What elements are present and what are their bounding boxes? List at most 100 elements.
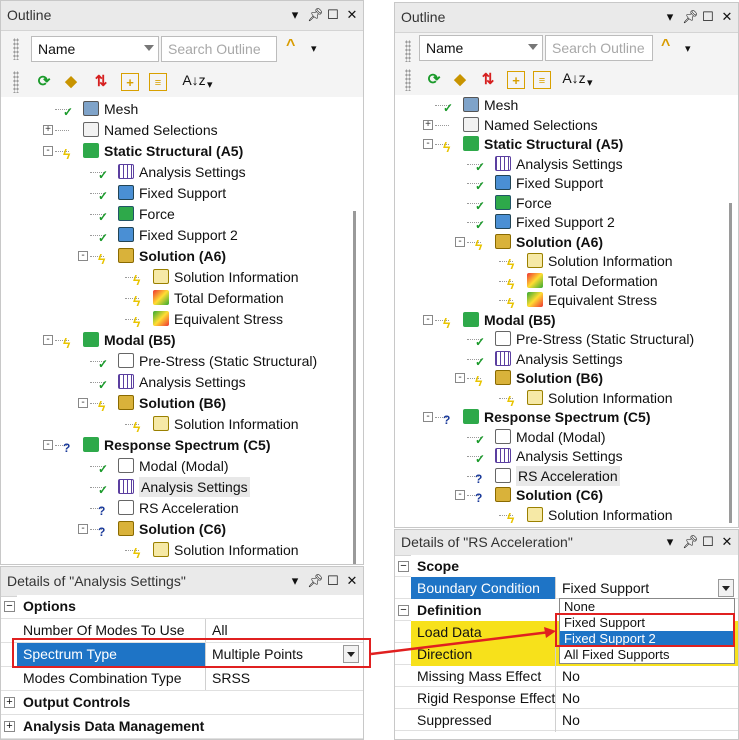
collapse-icon[interactable]: - (423, 412, 433, 422)
collapse-icon[interactable]: − (4, 601, 15, 612)
tree-item[interactable]: - ϟ Static Structural (A5) (395, 134, 724, 154)
tree-item[interactable]: ϟ Total Deformation (1, 288, 349, 308)
expand-icon[interactable]: + (43, 125, 53, 135)
pin-icon[interactable]: 📌︎ (682, 534, 699, 550)
tree-item[interactable]: ϟ Solution Information (1, 540, 349, 560)
add-object-icon[interactable]: + (507, 71, 525, 89)
left-search-input[interactable]: Search Outline (161, 36, 277, 62)
right-name-combo[interactable]: Name (419, 35, 543, 61)
tree-item[interactable]: ✓ Modal (Modal) (395, 427, 724, 447)
add-object-icon[interactable]: + (121, 73, 139, 91)
expand-icon[interactable]: + (4, 697, 15, 708)
close-icon[interactable]: ✕ (720, 534, 734, 550)
maximize-icon[interactable]: ☐ (326, 573, 340, 589)
tree-item[interactable]: - ϟ Modal (B5) (1, 330, 349, 350)
tree-item[interactable]: ✓ Mesh (1, 99, 349, 119)
tree-item[interactable]: - ϟ Solution (B6) (395, 368, 724, 388)
right-scrollbar[interactable] (729, 203, 732, 523)
maximize-icon[interactable]: ☐ (326, 7, 340, 23)
details-value[interactable]: No (555, 687, 738, 710)
dropdown-arrow-icon[interactable]: ▾ (207, 78, 213, 91)
right-search-input[interactable]: Search Outline (545, 35, 653, 61)
details-section[interactable]: − Options (1, 595, 363, 619)
tree-item[interactable]: -? Response Spectrum (C5) (1, 435, 349, 455)
details-row[interactable]: Rigid Response Effect No (395, 687, 738, 710)
grip-icon[interactable] (13, 71, 19, 93)
tree-item[interactable]: - ϟ Solution (A6) (1, 246, 349, 266)
maximize-icon[interactable]: ☐ (701, 9, 715, 25)
tree-item[interactable]: ✓ Analysis Settings (395, 349, 724, 369)
details-row[interactable]: Boundary Condition Fixed Support (395, 577, 738, 600)
grip-icon[interactable] (405, 40, 411, 62)
eraser-icon[interactable]: ◆ (451, 71, 469, 89)
tree-item[interactable]: ✓ Fixed Support 2 (1, 225, 349, 245)
tree-item[interactable]: ✓ Modal (Modal) (1, 456, 349, 476)
left-scrollbar[interactable] (353, 211, 356, 564)
tree-item[interactable]: ✓ Fixed Support (395, 173, 724, 193)
dropdown-arrow-icon[interactable]: ▾ (587, 76, 593, 89)
tree-item[interactable]: ✓ Mesh (395, 95, 724, 115)
tree-item[interactable]: - ϟ Modal (B5) (395, 310, 724, 330)
sort-arrows-icon[interactable]: ⇅ (479, 71, 497, 89)
refresh-icon[interactable]: ⟳ (35, 73, 53, 91)
collapse-icon[interactable]: - (43, 440, 53, 450)
tree-item[interactable]: ? RS Acceleration (1, 498, 349, 518)
tree-item[interactable]: - ϟ Solution (B6) (1, 393, 349, 413)
details-value[interactable]: Fixed Support (555, 577, 738, 600)
tree-item[interactable]: -? Response Spectrum (C5) (395, 407, 724, 427)
tree-item[interactable]: ϟ Equivalent Stress (395, 290, 724, 310)
tree-item[interactable]: ϟ Equivalent Stress (1, 309, 349, 329)
details-row[interactable]: Suppressed No (395, 709, 738, 732)
close-icon[interactable]: ✕ (345, 7, 359, 23)
tree-item[interactable]: + Named Selections (395, 115, 724, 135)
details-section[interactable]: − Scope (395, 555, 738, 578)
tree-item[interactable]: ✓ Analysis Settings (395, 154, 724, 174)
tree-item[interactable]: ✓ Force (1, 204, 349, 224)
collapse-icon[interactable]: − (398, 605, 409, 616)
collapse-icon[interactable]: - (78, 524, 88, 534)
collapse-icon[interactable]: - (78, 251, 88, 261)
tree-item[interactable]: - ϟ Solution (A6) (395, 232, 724, 252)
tree-item[interactable]: ? RS Acceleration (395, 465, 724, 486)
tree-item[interactable]: ✓ Pre-Stress (Static Structural) (395, 329, 724, 349)
dropdown-option[interactable]: All Fixed Supports (560, 647, 734, 663)
details-section[interactable]: + Output Controls (1, 691, 363, 715)
details-section[interactable]: + Analysis Data Management (1, 715, 363, 739)
tree-item[interactable]: ✓ Analysis Settings (395, 446, 724, 466)
eraser-icon[interactable]: ◆ (62, 73, 80, 91)
details-value[interactable]: No (555, 665, 738, 688)
expand-icon[interactable]: + (4, 721, 15, 732)
pin-icon[interactable]: 📌︎ (682, 9, 699, 25)
group-icon[interactable]: ≡ (149, 73, 167, 91)
tree-item[interactable]: ϟ Solution Information (1, 267, 349, 287)
dropdown-arrow-icon[interactable]: ▾ (663, 534, 677, 550)
collapse-icon[interactable]: - (423, 139, 433, 149)
tree-item[interactable]: ϟ Solution Information (395, 251, 724, 271)
maximize-icon[interactable]: ☐ (701, 534, 715, 550)
grip-icon[interactable] (405, 69, 411, 91)
sort-arrows-icon[interactable]: ⇅ (92, 73, 110, 91)
chevron-up-icon[interactable]: ^ (661, 37, 670, 55)
chevron-up-icon[interactable]: ^ (286, 37, 295, 55)
details-value[interactable]: SRSS (205, 667, 363, 690)
dropdown-button[interactable] (718, 579, 734, 597)
tree-item[interactable]: ✓ Force (395, 193, 724, 213)
close-icon[interactable]: ✕ (720, 9, 734, 25)
collapse-icon[interactable]: - (43, 335, 53, 345)
tree-item[interactable]: ϟ Solution Information (395, 388, 724, 408)
tree-item[interactable]: ✓ Analysis Settings (1, 372, 349, 392)
tree-item[interactable]: -? Solution (C6) (395, 485, 724, 505)
sort-alpha-icon[interactable]: A↓z (179, 71, 209, 89)
tree-item[interactable]: ✓ Pre-Stress (Static Structural) (1, 351, 349, 371)
collapse-icon[interactable]: - (43, 146, 53, 156)
left-name-combo[interactable]: Name (31, 36, 159, 62)
grip-icon[interactable] (13, 38, 19, 60)
collapse-icon[interactable]: - (78, 398, 88, 408)
collapse-icon[interactable]: - (455, 373, 465, 383)
tree-item[interactable]: ϟ Solution Information (395, 505, 724, 525)
tree-item[interactable]: -? Solution (C6) (1, 519, 349, 539)
close-icon[interactable]: ✕ (345, 573, 359, 589)
tree-item[interactable]: - ϟ Static Structural (A5) (1, 141, 349, 161)
details-value[interactable]: No (555, 709, 738, 732)
collapse-icon[interactable]: − (398, 561, 409, 572)
